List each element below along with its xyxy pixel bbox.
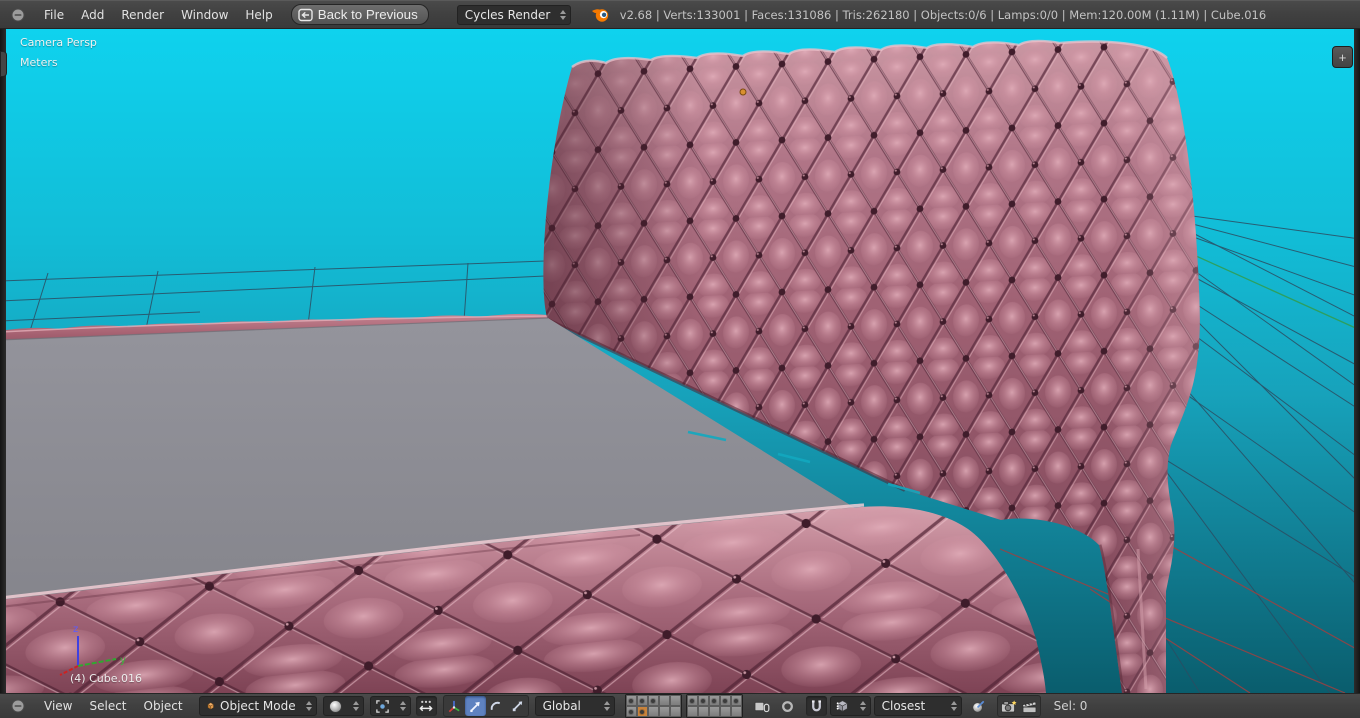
menu-window[interactable]: Window (181, 8, 228, 22)
layers-group-2 (685, 694, 743, 718)
axis-y-label: y (120, 655, 126, 666)
layer-19[interactable] (719, 706, 731, 717)
snap-toggle-button[interactable] (805, 696, 827, 716)
layer-6[interactable] (625, 706, 637, 717)
area-edge-right[interactable] (1354, 29, 1360, 693)
object-mode-cube-icon (207, 702, 214, 710)
layer-17[interactable] (697, 706, 709, 717)
layer-5[interactable] (669, 695, 681, 706)
scene-lock-button[interactable] (751, 696, 772, 716)
scene-stats: v2.68 | Verts:133001 | Faces:131086 | Tr… (619, 7, 1267, 22)
layer-2[interactable] (636, 695, 648, 706)
menu-add[interactable]: Add (81, 8, 104, 22)
proportional-circle-icon (781, 700, 793, 712)
properties-panel-toggle-button[interactable]: + (1332, 46, 1353, 68)
engine-stepper-arrows[interactable] (560, 9, 567, 20)
shading-select[interactable] (322, 696, 364, 716)
layer-11[interactable] (686, 695, 698, 706)
layer-3[interactable] (647, 695, 659, 706)
snap-element-cube-icon (836, 700, 848, 712)
orientation-select[interactable]: Global (534, 696, 615, 716)
layer-14[interactable] (719, 695, 731, 706)
editor-type-button[interactable] (9, 6, 27, 24)
menu-view[interactable]: View (44, 699, 72, 713)
active-object-label: (4) Cube.016 (70, 672, 142, 685)
editor-circle-icon (11, 8, 25, 21)
toolbar-toggle-nub[interactable] (0, 51, 7, 77)
snap-target-value: Closest (881, 699, 926, 713)
manipulator-toggle-button[interactable] (415, 696, 437, 716)
view-name-label: Camera Persp (20, 36, 97, 49)
translate-arrow-icon (470, 701, 480, 712)
snap-align-rotation-button[interactable] (968, 696, 989, 716)
snap-element-stepper-arrows[interactable] (859, 701, 866, 711)
render-engine-value: Cycles Render (464, 7, 551, 22)
layer-7[interactable] (636, 706, 648, 717)
area-edge-left[interactable] (0, 29, 6, 693)
scale-arrow-icon (512, 700, 523, 711)
manipulator-icon (419, 700, 433, 711)
proportional-edit-button[interactable] (777, 696, 798, 716)
selection-count: Sel: 0 (1053, 699, 1088, 713)
menu-select[interactable]: Select (89, 699, 126, 713)
snap-target-select[interactable]: Closest (873, 696, 962, 716)
units-label: Meters (20, 56, 58, 69)
align-sphere-icon (972, 700, 984, 712)
layer-15[interactable] (730, 695, 742, 706)
viewport-3d[interactable]: z y Camera Persp Meters (4) Cube.016 + (0, 29, 1360, 693)
menu-help[interactable]: Help (245, 8, 272, 22)
pivot-point-icon (375, 699, 389, 713)
viewport-header: View Select Object Object Mode Global Cl… (0, 693, 1360, 718)
opengl-render-button[interactable] (998, 696, 1019, 716)
clapperboard-icon (1021, 700, 1037, 713)
viewport-scene: z y (0, 29, 1360, 693)
shading-stepper-arrows[interactable] (352, 701, 359, 711)
back-icon (298, 8, 313, 21)
layer-8[interactable] (647, 706, 659, 717)
layer-9[interactable] (658, 706, 670, 717)
menu-render[interactable]: Render (121, 8, 164, 22)
layers-group-1 (624, 694, 682, 718)
translate-manipulator-button[interactable] (464, 696, 486, 716)
layer-18[interactable] (708, 706, 720, 717)
layer-20[interactable] (730, 706, 742, 717)
blender-logo-icon (591, 6, 610, 23)
back-to-previous-label: Back to Previous (317, 7, 418, 22)
back-to-previous-button[interactable]: Back to Previous (290, 4, 429, 25)
layer-1[interactable] (625, 695, 637, 706)
camera-icon (1000, 699, 1017, 713)
mode-stepper-arrows[interactable] (305, 701, 312, 711)
rotate-manipulator-button[interactable] (486, 696, 507, 716)
orientation-stepper-arrows[interactable] (603, 701, 610, 711)
manipulator-axes-button[interactable] (444, 696, 465, 716)
rotate-arc-icon (490, 701, 501, 710)
opengl-render-anim-button[interactable] (1019, 696, 1040, 716)
editor-circle-icon (11, 699, 25, 713)
pivot-point-select[interactable] (369, 696, 411, 716)
snap-element-select[interactable] (829, 696, 871, 716)
menu-object[interactable]: Object (144, 699, 183, 713)
pivot-stepper-arrows[interactable] (399, 701, 406, 711)
shading-sphere-icon (329, 699, 342, 713)
layer-10[interactable] (669, 706, 681, 717)
object-origin-dot[interactable] (739, 88, 747, 96)
mode-select[interactable]: Object Mode (198, 696, 317, 716)
orientation-value: Global (542, 699, 581, 713)
menu-file[interactable]: File (44, 8, 64, 22)
mode-value: Object Mode (220, 699, 296, 713)
top-header: File Add Render Window Help Back to Prev… (0, 0, 1360, 29)
axis-z-label: z (73, 624, 78, 635)
axes-tripod-icon (448, 700, 460, 712)
render-engine-select[interactable]: Cycles Render (456, 4, 571, 25)
layer-4[interactable] (658, 695, 670, 706)
magnet-icon (811, 699, 821, 711)
layer-16[interactable] (686, 706, 698, 717)
layer-12[interactable] (697, 695, 709, 706)
snap-target-stepper-arrows[interactable] (950, 701, 957, 711)
editor-type-button-3dview[interactable] (9, 697, 27, 715)
scale-manipulator-button[interactable] (507, 696, 528, 716)
blender-window: File Add Render Window Help Back to Prev… (0, 0, 1360, 718)
lock-icon (754, 701, 770, 712)
layer-13[interactable] (708, 695, 720, 706)
